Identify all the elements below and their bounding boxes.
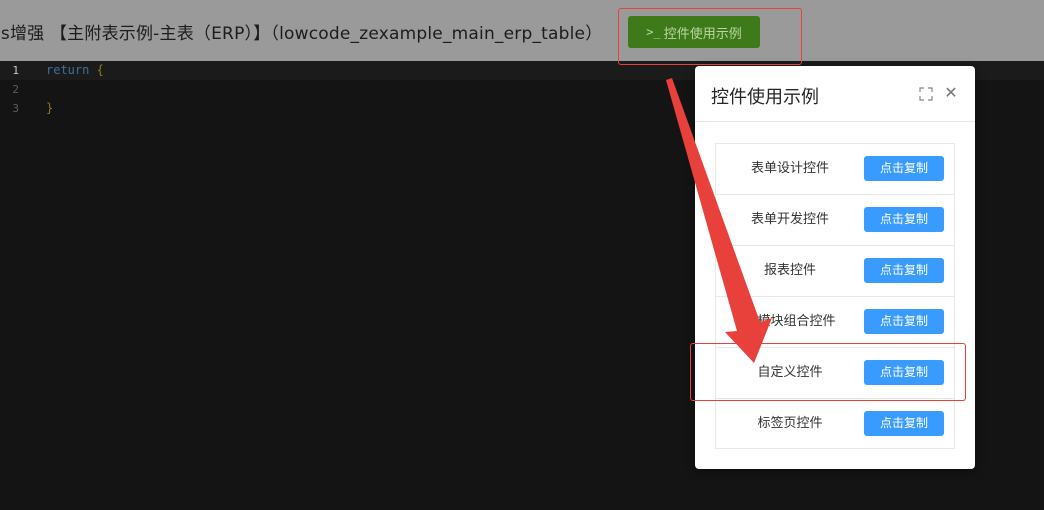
code-brace: } — [46, 101, 54, 115]
list-item: 表单设计控件 点击复制 — [716, 144, 954, 195]
line-number: 1 — [12, 64, 19, 77]
fullscreen-icon[interactable] — [919, 87, 933, 101]
copy-button[interactable]: 点击复制 — [864, 156, 944, 181]
control-label: 自定义控件 — [757, 365, 823, 380]
modal-header: 控件使用示例 ✕ — [695, 66, 975, 122]
copy-button[interactable]: 点击复制 — [864, 360, 944, 385]
copy-button[interactable]: 点击复制 — [864, 309, 944, 334]
copy-button[interactable]: 点击复制 — [864, 207, 944, 232]
modal-title: 控件使用示例 — [711, 87, 819, 108]
list-item: 多模块组合控件 点击复制 — [716, 297, 954, 348]
list-item: 表单开发控件 点击复制 — [716, 195, 954, 246]
control-label: 表单开发控件 — [750, 212, 829, 227]
copy-button[interactable]: 点击复制 — [864, 411, 944, 436]
control-examples-button-label: 控件使用示例 — [663, 26, 742, 42]
control-label: 多模块组合控件 — [744, 314, 836, 329]
control-label: 报表控件 — [763, 263, 816, 278]
list-item: 报表控件 点击复制 — [716, 246, 954, 297]
control-examples-modal: 控件使用示例 ✕ 表单设计控件 点击复制 表单开发控件 点击复制 报表控件 点击… — [695, 66, 975, 469]
code-text: return { — [46, 61, 104, 80]
code-brace: { — [89, 63, 104, 77]
copy-button[interactable]: 点击复制 — [864, 258, 944, 283]
header-bar: js增强 【主附表示例-主表（ERP）】（lowcode_zexample_ma… — [0, 0, 1044, 62]
control-label: 表单设计控件 — [750, 161, 829, 176]
control-examples-button[interactable]: >_ 控件使用示例 — [628, 16, 760, 48]
line-number: 3 — [12, 102, 19, 115]
code-keyword: return — [46, 63, 90, 77]
terminal-icon: >_ — [646, 25, 661, 39]
list-item: 标签页控件 点击复制 — [716, 399, 954, 450]
page-title: js增强 【主附表示例-主表（ERP）】（lowcode_zexample_ma… — [0, 24, 603, 44]
control-list: 表单设计控件 点击复制 表单开发控件 点击复制 报表控件 点击复制 多模块组合控… — [715, 143, 955, 449]
list-item: 自定义控件 点击复制 — [716, 348, 954, 399]
close-icon[interactable]: ✕ — [943, 85, 959, 101]
control-label: 标签页控件 — [757, 416, 823, 431]
line-number: 2 — [12, 83, 19, 96]
